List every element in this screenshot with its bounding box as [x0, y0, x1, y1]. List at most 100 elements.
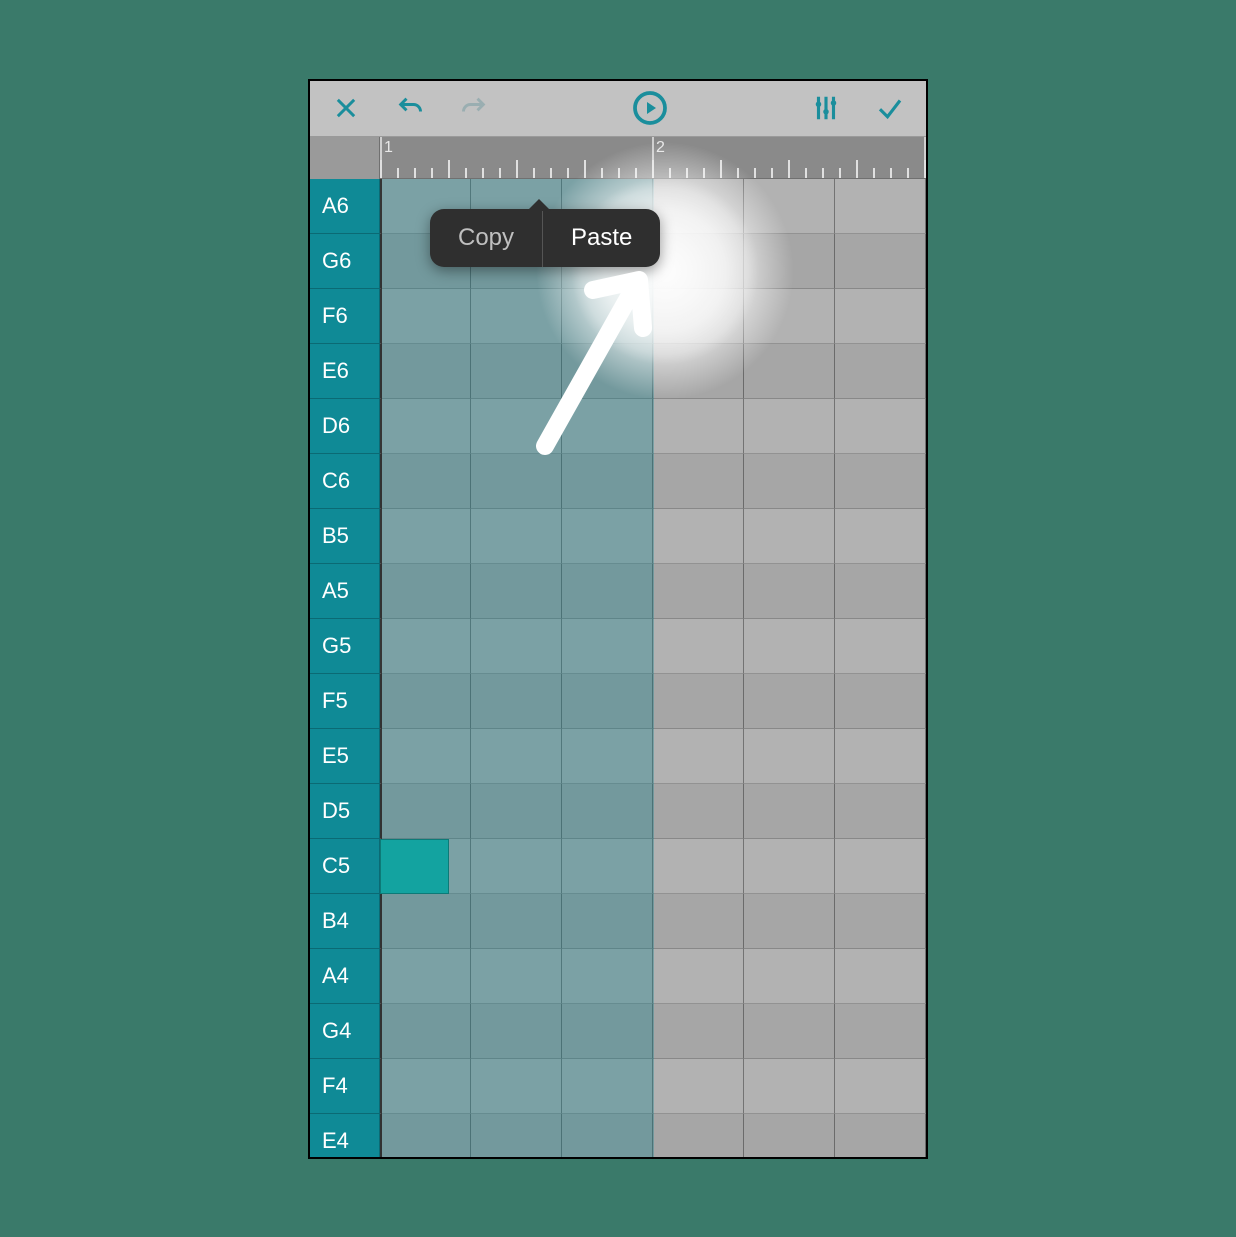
grid-cell[interactable]: [380, 1114, 471, 1159]
grid-cell[interactable]: [562, 289, 653, 344]
grid-cell[interactable]: [653, 289, 744, 344]
piano-row[interactable]: F4: [310, 1059, 926, 1114]
grid-cell[interactable]: [562, 894, 653, 949]
grid-cell[interactable]: [835, 729, 926, 784]
grid-cell[interactable]: [562, 1114, 653, 1159]
grid-cell[interactable]: [653, 344, 744, 399]
grid-cell[interactable]: [562, 674, 653, 729]
grid-cell[interactable]: [471, 1059, 562, 1114]
grid-cell[interactable]: [562, 454, 653, 509]
midi-note[interactable]: [380, 839, 449, 894]
grid-cell[interactable]: [653, 399, 744, 454]
grid-cell[interactable]: [653, 674, 744, 729]
grid-cell[interactable]: [471, 454, 562, 509]
piano-key-label[interactable]: E4: [310, 1114, 380, 1159]
grid-cell[interactable]: [471, 619, 562, 674]
grid-cell[interactable]: [471, 1004, 562, 1059]
grid-cell[interactable]: [744, 454, 835, 509]
grid-cell[interactable]: [562, 1059, 653, 1114]
grid-cell[interactable]: [835, 509, 926, 564]
grid-cell[interactable]: [380, 1004, 471, 1059]
copy-button[interactable]: Copy: [430, 209, 542, 267]
done-button[interactable]: [872, 90, 908, 126]
grid-cell[interactable]: [835, 179, 926, 234]
grid-cell[interactable]: [835, 399, 926, 454]
grid-cell[interactable]: [562, 399, 653, 454]
piano-row[interactable]: E5: [310, 729, 926, 784]
grid-cell[interactable]: [380, 564, 471, 619]
grid-cell[interactable]: [471, 839, 562, 894]
grid-cell[interactable]: [835, 454, 926, 509]
grid-cell[interactable]: [744, 1004, 835, 1059]
grid-cell[interactable]: [471, 399, 562, 454]
grid-cell[interactable]: [835, 344, 926, 399]
piano-row[interactable]: G5: [310, 619, 926, 674]
grid-cell[interactable]: [380, 894, 382, 949]
grid-cell[interactable]: [562, 784, 653, 839]
grid-cell[interactable]: [744, 894, 835, 949]
piano-key-label[interactable]: F6: [310, 289, 380, 344]
grid-cell[interactable]: [653, 454, 744, 509]
piano-row[interactable]: A4: [310, 949, 926, 1004]
piano-key-label[interactable]: E6: [310, 344, 380, 399]
grid-cell[interactable]: [653, 729, 744, 784]
piano-key-label[interactable]: G5: [310, 619, 380, 674]
ruler[interactable]: 123: [310, 137, 926, 179]
grid-cell[interactable]: [380, 619, 471, 674]
grid-cell[interactable]: [380, 1059, 382, 1114]
grid-cell[interactable]: [653, 619, 744, 674]
grid-cell[interactable]: [471, 674, 562, 729]
grid-cell[interactable]: [835, 289, 926, 344]
grid-cell[interactable]: [653, 1114, 744, 1159]
grid-cell[interactable]: [653, 949, 744, 1004]
grid-cell[interactable]: [744, 344, 835, 399]
grid-cell[interactable]: [835, 674, 926, 729]
grid-cell[interactable]: [380, 729, 382, 784]
grid-cell[interactable]: [471, 509, 562, 564]
grid-cell[interactable]: [835, 894, 926, 949]
undo-button[interactable]: [392, 90, 428, 126]
piano-row[interactable]: E4: [310, 1114, 926, 1159]
grid-cell[interactable]: [562, 509, 653, 564]
grid-cell[interactable]: [744, 509, 835, 564]
grid-cell[interactable]: [380, 344, 382, 399]
grid-cell[interactable]: [653, 564, 744, 619]
piano-key-label[interactable]: A4: [310, 949, 380, 1004]
grid-cell[interactable]: [744, 289, 835, 344]
grid-cell[interactable]: [744, 179, 835, 234]
grid-cell[interactable]: [835, 784, 926, 839]
piano-row[interactable]: A5: [310, 564, 926, 619]
piano-key-label[interactable]: F4: [310, 1059, 380, 1114]
grid-cell[interactable]: [380, 1004, 382, 1059]
piano-row[interactable]: C6: [310, 454, 926, 509]
piano-row[interactable]: B5: [310, 509, 926, 564]
piano-key-label[interactable]: E5: [310, 729, 380, 784]
piano-key-label[interactable]: D5: [310, 784, 380, 839]
grid-cell[interactable]: [835, 619, 926, 674]
grid-cell[interactable]: [380, 674, 471, 729]
grid-cell[interactable]: [744, 619, 835, 674]
grid-cell[interactable]: [562, 344, 653, 399]
piano-row[interactable]: F6: [310, 289, 926, 344]
piano-key-label[interactable]: G4: [310, 1004, 380, 1059]
grid-cell[interactable]: [744, 839, 835, 894]
grid-cell[interactable]: [744, 1059, 835, 1114]
grid-cell[interactable]: [835, 1004, 926, 1059]
piano-key-label[interactable]: D6: [310, 399, 380, 454]
grid-cell[interactable]: [744, 234, 835, 289]
grid-cell[interactable]: [471, 344, 562, 399]
grid-cell[interactable]: [653, 1004, 744, 1059]
grid-cell[interactable]: [471, 729, 562, 784]
paste-button[interactable]: Paste: [543, 209, 660, 267]
redo-button[interactable]: [456, 90, 492, 126]
grid-cell[interactable]: [562, 564, 653, 619]
grid-cell[interactable]: [380, 729, 471, 784]
grid-cell[interactable]: [380, 949, 471, 1004]
grid-cell[interactable]: [380, 784, 471, 839]
piano-row[interactable]: D5: [310, 784, 926, 839]
piano-row[interactable]: G4: [310, 1004, 926, 1059]
grid-cell[interactable]: [380, 784, 382, 839]
grid-cell[interactable]: [380, 509, 471, 564]
grid-cell[interactable]: [835, 1114, 926, 1159]
piano-row[interactable]: E6: [310, 344, 926, 399]
